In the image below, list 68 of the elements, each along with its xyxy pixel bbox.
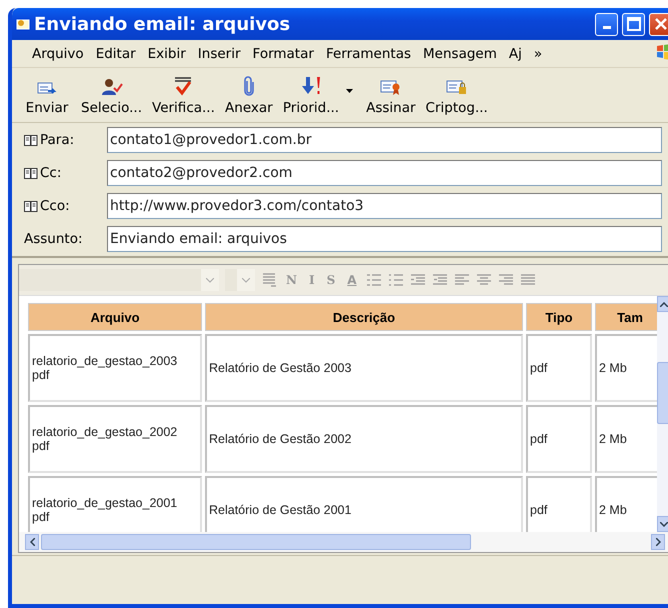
menu-item[interactable]: Formatar bbox=[246, 46, 320, 62]
chevron-down-icon bbox=[206, 278, 214, 282]
window-title: Enviando email: arquivos bbox=[34, 14, 292, 34]
menu-item[interactable]: Arquivo bbox=[26, 46, 90, 62]
person-check-icon bbox=[100, 78, 122, 96]
minimize-icon bbox=[602, 26, 610, 29]
chevron-left-icon bbox=[30, 538, 34, 546]
field-label: Para: bbox=[40, 132, 74, 148]
maximize-icon bbox=[626, 17, 640, 31]
menu-item[interactable]: Editar bbox=[90, 46, 142, 62]
toolbar-button[interactable]: Priorid... bbox=[278, 76, 344, 116]
table-cell: Relatório de Gestão 2002 bbox=[205, 405, 523, 473]
input-field[interactable]: Enviando email: arquivos bbox=[107, 226, 662, 252]
scrollbar-thumb[interactable] bbox=[41, 534, 471, 550]
dropdown-arrow-icon[interactable] bbox=[346, 89, 354, 93]
menu-item[interactable]: Mensagem bbox=[417, 46, 503, 62]
menu-item[interactable]: Exibir bbox=[142, 46, 192, 62]
envelope-arrow-icon bbox=[37, 80, 57, 96]
chevron-down-icon bbox=[242, 278, 250, 282]
menu-item[interactable]: Aj bbox=[502, 46, 528, 62]
table-cell: Relatório de Gestão 2003 bbox=[205, 334, 523, 402]
scrollbar-thumb[interactable] bbox=[657, 362, 668, 424]
menu-item[interactable]: Ferramentas bbox=[320, 46, 418, 62]
envelope-icon bbox=[16, 18, 30, 30]
toolbar-button[interactable]: Anexar bbox=[220, 76, 278, 116]
toolbar-button[interactable]: Criptog... bbox=[420, 78, 493, 116]
column-header: Arquivo bbox=[28, 303, 202, 331]
address-book-icon[interactable] bbox=[24, 167, 38, 179]
bullet-list-icon[interactable] bbox=[388, 272, 404, 288]
table-cell: pdf bbox=[526, 334, 592, 402]
table-cell: relatorio_de_gestao_2002 pdf bbox=[28, 405, 202, 473]
scroll-down-button[interactable] bbox=[657, 516, 668, 532]
scroll-up-button[interactable] bbox=[657, 296, 668, 312]
toolbar-button[interactable]: Assinar bbox=[361, 78, 421, 116]
input-field[interactable]: http://www.provedor3.com/contato3 bbox=[107, 193, 662, 219]
toolbar-button[interactable]: Selecio... bbox=[76, 78, 148, 116]
menu-item[interactable]: » bbox=[528, 46, 548, 62]
chevron-right-icon bbox=[656, 538, 660, 546]
input-field[interactable]: contato2@provedor2.com bbox=[107, 160, 662, 186]
lock-envelope-icon bbox=[446, 78, 468, 96]
chevron-up-icon bbox=[660, 302, 668, 306]
paperclip-icon bbox=[242, 76, 255, 96]
menu-item[interactable]: Inserir bbox=[192, 46, 247, 62]
scroll-left-button[interactable] bbox=[25, 534, 39, 550]
field-label: Assunto: bbox=[24, 231, 83, 247]
toolbar-button[interactable]: Enviar bbox=[18, 80, 76, 116]
column-header: Tam bbox=[595, 303, 657, 331]
input-field[interactable]: contato1@provedor1.com.br bbox=[107, 127, 662, 153]
close-button[interactable] bbox=[649, 12, 668, 36]
column-header: Tipo bbox=[526, 303, 592, 331]
toolbar-button[interactable]: Verifica... bbox=[147, 76, 220, 116]
numbered-list-icon[interactable] bbox=[366, 272, 382, 288]
field-label: Cc: bbox=[40, 165, 62, 181]
address-book-icon[interactable] bbox=[24, 134, 38, 146]
table-cell: relatorio_de_gestao_2003 pdf bbox=[28, 334, 202, 402]
priority-icon bbox=[300, 76, 322, 96]
windows-logo-icon bbox=[656, 44, 668, 60]
table-cell: pdf bbox=[526, 405, 592, 473]
close-icon bbox=[654, 17, 668, 31]
maximize-button[interactable] bbox=[622, 12, 645, 36]
scroll-right-button[interactable] bbox=[651, 534, 665, 550]
certificate-icon bbox=[380, 78, 402, 96]
field-label: Cco: bbox=[40, 198, 70, 214]
paragraph-icon[interactable] bbox=[261, 272, 277, 288]
chevron-down-icon bbox=[660, 522, 668, 526]
column-header: Descrição bbox=[205, 303, 523, 331]
minimize-button[interactable] bbox=[595, 12, 618, 36]
address-book-icon[interactable] bbox=[24, 200, 38, 212]
